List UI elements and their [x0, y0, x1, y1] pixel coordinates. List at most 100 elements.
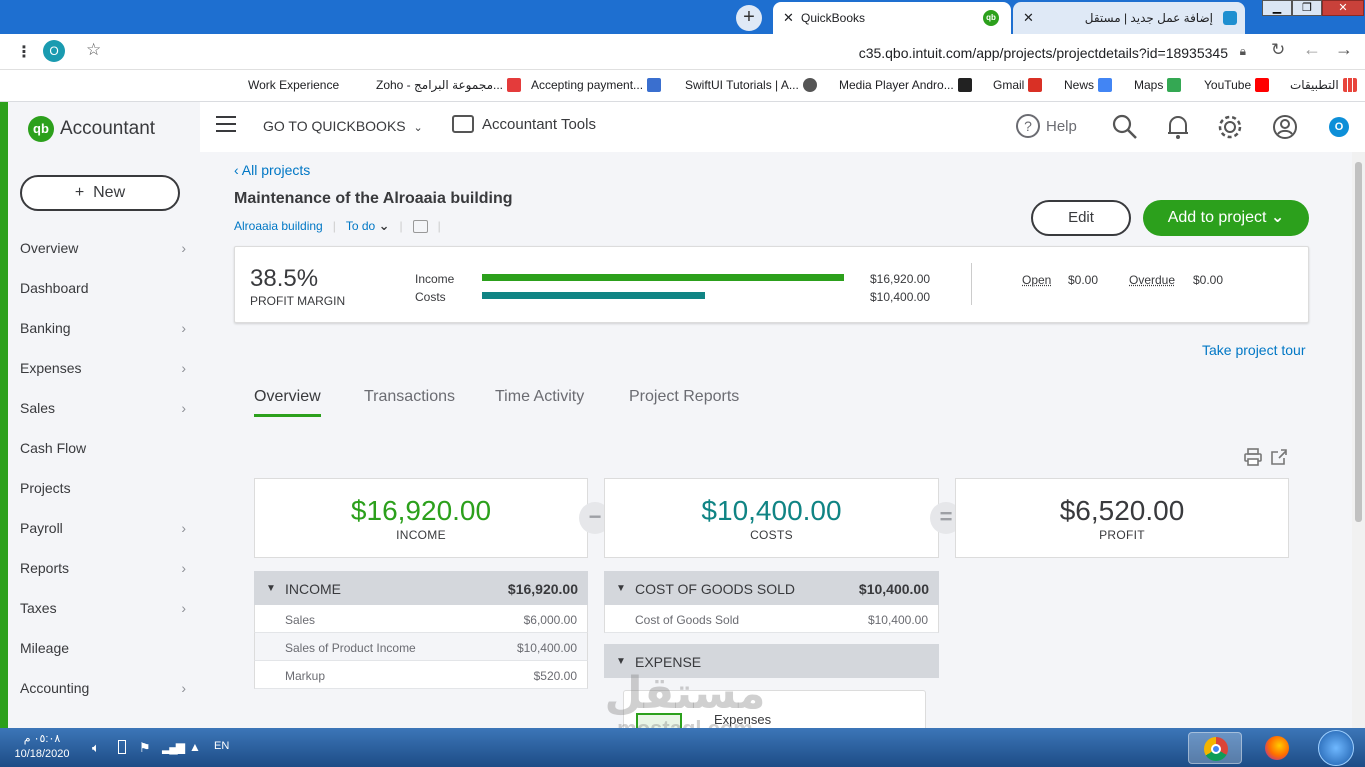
bookmarks-bar: Work Experience Zoho - مجموعة البرامج...…	[0, 70, 1365, 102]
sidebar-item-cash-flow[interactable]: Cash Flow	[20, 436, 188, 460]
bookmark-swiftui[interactable]: SwiftUI Tutorials | A...	[685, 78, 817, 92]
page-scrollbar[interactable]	[1352, 152, 1365, 728]
user-profile-icon[interactable]	[1272, 114, 1298, 140]
close-tab-icon[interactable]: ✕	[783, 10, 794, 26]
chevron-down-icon: ⌄	[378, 218, 390, 233]
chevron-right-icon: ›	[181, 680, 186, 696]
sidebar-item-sales[interactable]: Sales ›	[20, 396, 188, 420]
sidebar-item-payroll[interactable]: Payroll ›	[20, 516, 188, 540]
tab-overview[interactable]: Overview	[254, 388, 321, 417]
notes-icon[interactable]	[412, 219, 428, 233]
income-bar-label: Income	[415, 272, 455, 286]
tab-mostaql[interactable]: ✕ إضافة عمل جديد | مستقل	[1013, 2, 1245, 34]
chevron-right-icon: ›	[181, 560, 186, 576]
maximize-icon[interactable]: ❐	[1292, 0, 1322, 16]
back-arrow-icon[interactable]: ←	[1303, 39, 1321, 60]
sidebar-item-expenses[interactable]: Expenses ›	[20, 356, 188, 380]
chrome-taskbar-icon[interactable]	[1188, 732, 1242, 764]
url-field[interactable]: c35.qbo.intuit.com/app/projects/projectd…	[108, 38, 1258, 66]
chevron-right-icon: ›	[181, 360, 186, 376]
sidebar-item-banking[interactable]: Banking ›	[20, 316, 188, 340]
new-tab-button[interactable]: +	[736, 5, 762, 31]
search-icon[interactable]	[1112, 114, 1138, 140]
close-window-icon[interactable]: ✕	[1322, 0, 1364, 16]
overdue-link[interactable]: Overdue	[1129, 273, 1175, 287]
sidebar-item-dashboard[interactable]: Dashboard	[20, 276, 188, 300]
scrollbar-thumb[interactable]	[1355, 162, 1362, 522]
table-row[interactable]: Sales $6,000.00	[254, 605, 588, 633]
income-total-label: INCOME	[396, 528, 446, 542]
bell-icon[interactable]	[1166, 114, 1190, 140]
bookmark-accepting-payment[interactable]: Accepting payment...	[531, 78, 662, 92]
take-project-tour-link[interactable]: Take project tour	[1202, 342, 1306, 358]
close-tab-icon[interactable]: ✕	[1023, 10, 1034, 26]
profit-margin-value: 38.5%	[250, 265, 319, 292]
briefcase-icon	[452, 115, 474, 133]
chevron-down-icon: ⌄	[1270, 209, 1285, 226]
lock-icon[interactable]: 🔒︎	[1240, 44, 1246, 59]
gear-icon[interactable]	[1216, 113, 1244, 141]
brand-logo[interactable]: qb Accountant	[28, 116, 155, 142]
battery-icon[interactable]	[118, 740, 126, 754]
sidebar-item-reports[interactable]: Reports ›	[20, 556, 188, 580]
table-row[interactable]: Sales of Product Income $10,400.00	[254, 633, 588, 661]
profit-summary-card: 38.5% PROFIT MARGIN Income Costs $16,920…	[234, 246, 1309, 323]
firefox-taskbar-icon[interactable]	[1250, 732, 1304, 764]
tab-transactions[interactable]: Transactions	[364, 388, 455, 414]
open-link[interactable]: Open	[1022, 273, 1051, 287]
tab-project-reports[interactable]: Project Reports	[629, 388, 739, 414]
sidebar-item-accounting[interactable]: Accounting ›	[20, 676, 188, 700]
network-signal-icon[interactable]: ▂▄▆	[162, 740, 185, 754]
bookmark-apps[interactable]: التطبيقات	[1290, 78, 1357, 92]
chevron-right-icon: ›	[181, 320, 186, 336]
all-projects-link[interactable]: ‹ All projects	[234, 162, 310, 178]
cogs-table-header[interactable]: ▼ COST OF GOODS SOLD $10,400.00	[604, 571, 939, 605]
profile-avatar[interactable]: O	[43, 40, 65, 62]
bookmark-news[interactable]: News	[1064, 78, 1113, 92]
sidebar-item-mileage[interactable]: Mileage	[20, 636, 188, 660]
address-bar: ⋮ O ☆ c35.qbo.intuit.com/app/projects/pr…	[0, 34, 1365, 70]
browser-tab-bar: + ✕ QuickBooks qb ✕ إضافة عمل جديد | مست…	[0, 0, 1365, 34]
goto-quickbooks-dropdown[interactable]: GO TO QUICKBOOKS ⌄	[263, 118, 423, 134]
bookmark-star-icon[interactable]: ☆	[86, 40, 101, 60]
forward-arrow-icon[interactable]: →	[1335, 39, 1353, 60]
windows-start-icon[interactable]	[1318, 730, 1354, 766]
tray-expand-icon[interactable]: ▲	[189, 740, 201, 754]
sidebar-item-projects[interactable]: Projects	[20, 476, 188, 500]
bookmark-media-player[interactable]: Media Player Andro...	[839, 78, 972, 92]
news-icon	[1098, 78, 1113, 92]
clock[interactable]: ٠٥:٠٨ م 10/18/2020	[14, 732, 70, 760]
bookmark-gmail[interactable]: Gmail	[993, 78, 1043, 92]
menu-dots-icon[interactable]: ⋮	[16, 42, 32, 62]
language-indicator[interactable]: EN	[214, 740, 229, 752]
windows-taskbar: ٠٥:٠٨ م 10/18/2020 🔈︎ ⚑ ▂▄▆ ▲ EN	[0, 728, 1365, 767]
print-icon[interactable]	[1243, 447, 1263, 467]
help-button[interactable]: ? Help	[1016, 114, 1077, 138]
accountant-tools-button[interactable]: Accountant Tools	[452, 115, 596, 133]
bookmark-work-experience[interactable]: Work Experience	[248, 78, 339, 92]
edit-button[interactable]: Edit	[1031, 200, 1131, 236]
income-table-header[interactable]: ▼ INCOME $16,920.00	[254, 571, 588, 605]
tab-time-activity[interactable]: Time Activity	[495, 388, 584, 414]
sidebar-item-taxes[interactable]: Taxes ›	[20, 596, 188, 620]
bookmark-zoho[interactable]: Zoho - مجموعة البرامج...	[376, 78, 522, 92]
export-icon[interactable]	[1269, 447, 1289, 467]
bookmark-maps[interactable]: Maps	[1134, 78, 1182, 92]
extension-avatar[interactable]: O	[1329, 117, 1349, 137]
bookmark-youtube[interactable]: YouTube	[1204, 78, 1270, 92]
flag-icon[interactable]: ⚑	[139, 740, 151, 756]
table-row[interactable]: Cost of Goods Sold $10,400.00	[604, 605, 939, 633]
minimize-icon[interactable]: ▁	[1262, 0, 1292, 16]
overdue-amount: $0.00	[1193, 273, 1224, 287]
customer-link[interactable]: Alroaaia building	[234, 219, 323, 233]
new-button[interactable]: + New	[20, 175, 180, 211]
tab-quickbooks[interactable]: ✕ QuickBooks qb	[773, 2, 1011, 34]
reload-icon[interactable]: ↻	[1271, 40, 1285, 60]
volume-icon[interactable]: 🔈︎	[92, 740, 100, 756]
chevron-left-icon: ‹	[234, 162, 242, 178]
status-dropdown[interactable]: To do ⌄	[346, 218, 390, 234]
sidebar-item-overview[interactable]: Overview ›	[20, 236, 188, 260]
hamburger-menu-icon[interactable]	[216, 116, 236, 132]
add-to-project-button[interactable]: Add to project ⌄	[1143, 200, 1309, 236]
table-row[interactable]: Markup $520.00	[254, 661, 588, 689]
